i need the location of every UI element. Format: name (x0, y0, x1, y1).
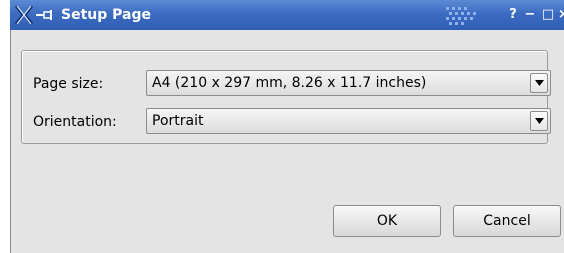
page-size-dropdown-button[interactable] (530, 73, 548, 93)
triangle-down-icon (535, 118, 544, 124)
orientation-select[interactable]: Portrait (146, 108, 551, 134)
triangle-down-icon (535, 80, 544, 86)
cancel-button[interactable]: Cancel (453, 205, 561, 237)
dialog-title: Setup Page (61, 7, 151, 23)
minimize-button[interactable]: − (524, 6, 536, 24)
help-button[interactable]: ? (507, 6, 519, 24)
page-size-value: A4 (210 x 297 mm, 8.26 x 11.7 inches) (152, 75, 427, 91)
orientation-label: Orientation: (33, 114, 117, 130)
maximize-button[interactable]: □ (541, 6, 555, 24)
page-size-label: Page size: (33, 76, 104, 92)
titlebar[interactable]: Setup Page ? − □ × (10, 0, 564, 30)
orientation-value: Portrait (152, 113, 204, 129)
orientation-dropdown-button[interactable] (530, 111, 548, 131)
page-size-select[interactable]: A4 (210 x 297 mm, 8.26 x 11.7 inches) (146, 70, 551, 96)
ok-button[interactable]: OK (333, 205, 441, 237)
x-window-icon[interactable] (14, 4, 34, 26)
titlebar-decoration (446, 7, 476, 25)
close-button[interactable]: × (558, 6, 564, 24)
pin-icon[interactable] (36, 9, 54, 21)
